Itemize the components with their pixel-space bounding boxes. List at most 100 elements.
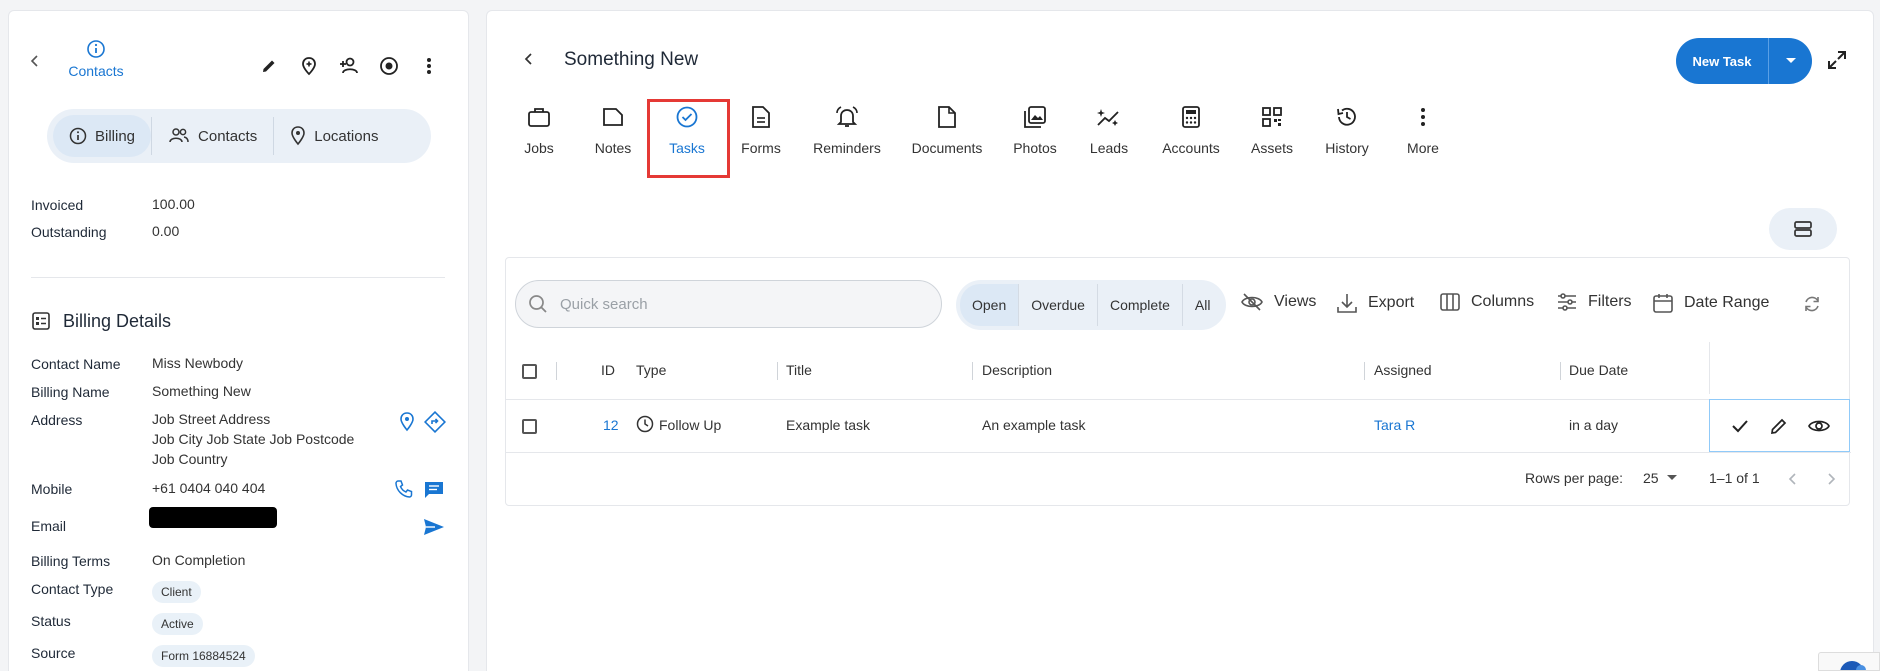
columns-label: Columns [1471,293,1535,310]
tab-highlight-box [647,99,730,178]
filters-button[interactable]: Filters [1556,292,1632,312]
source-chip: Form 16884524 [152,645,255,667]
column-divider [1560,362,1561,380]
search-input[interactable] [560,295,860,313]
rows-per-page-value: 25 [1643,470,1659,486]
mobile-value: +61 0404 040 404 [152,480,266,496]
tab-reminders[interactable]: Reminders [807,102,887,156]
tab-label: Assets [1250,140,1293,156]
contacts-link-label: Contacts [68,63,124,79]
tab-more[interactable]: More [1383,102,1463,156]
tab-billing[interactable]: Billing [53,115,152,157]
row-assigned-link[interactable]: Tara R [1374,417,1415,433]
filter-complete[interactable]: Complete [1098,284,1183,326]
column-header-due-date[interactable]: Due Date [1569,362,1628,378]
recaptcha-badge[interactable] [1818,652,1880,671]
calendar-icon [1652,292,1674,314]
divider [506,452,1851,453]
back-icon[interactable] [27,53,43,69]
edit-icon[interactable] [258,55,280,77]
rows-per-page-select[interactable]: 25 [1643,470,1677,486]
sms-icon[interactable] [423,480,445,500]
tab-history[interactable]: History [1307,102,1387,156]
tab-leads[interactable]: Leads [1069,102,1149,156]
date-range-button[interactable]: Date Range [1652,292,1769,314]
tab-label: Leads [1089,140,1129,156]
contact-name-value: Miss Newbody [152,355,244,371]
merge-icon[interactable] [378,55,400,77]
columns-button[interactable]: Columns [1439,292,1534,312]
views-button[interactable]: Views [1240,292,1316,312]
tab-label: Reminders [813,140,881,156]
back-icon[interactable] [521,51,537,67]
column-header-assigned[interactable]: Assigned [1374,362,1432,378]
note-icon [573,102,653,132]
page-title: Something New [564,49,699,70]
filter-all[interactable]: All [1183,284,1223,326]
export-button[interactable]: Export [1336,292,1414,314]
expand-icon[interactable] [1827,50,1847,70]
status-label: Status [31,613,71,629]
dropdown-arrow-icon[interactable] [1769,57,1812,65]
row-id-link[interactable]: 12 [603,417,619,433]
view-toggle-button[interactable] [1769,208,1837,250]
row-title: Example task [786,417,871,433]
tab-documents[interactable]: Documents [907,102,987,156]
contacts-link[interactable]: Contacts [61,39,131,79]
row-checkbox[interactable] [522,419,537,434]
add-location-icon[interactable] [298,55,320,77]
address-value: Job Street Address Job City Job State Jo… [152,409,354,469]
tab-locations-label: Locations [314,127,379,145]
tab-label: Accounts [1162,140,1220,156]
select-all-checkbox[interactable] [522,364,537,379]
prev-page-icon[interactable] [1787,472,1799,486]
search-box [515,280,942,328]
tab-forms[interactable]: Forms [721,102,801,156]
tab-label: Jobs [524,140,554,156]
directions-icon[interactable] [424,411,446,433]
sparkle-trend-icon [1069,102,1149,132]
tab-label: Photos [1013,140,1057,156]
view-eye-icon[interactable] [1807,417,1830,435]
tab-assets[interactable]: Assets [1232,102,1312,156]
dropdown-arrow-icon [1666,475,1677,481]
column-divider [556,362,557,380]
edit-icon[interactable] [1769,416,1789,436]
column-header-type[interactable]: Type [636,362,666,378]
tab-accounts[interactable]: Accounts [1151,102,1231,156]
add-person-icon[interactable] [338,55,360,77]
column-header-id[interactable]: ID [601,362,615,378]
address-line: Job City Job State Job Postcode [152,431,355,447]
tab-contacts[interactable]: Contacts [152,115,273,157]
column-header-title[interactable]: Title [786,362,812,378]
address-label: Address [31,412,83,428]
new-task-split-button: New Task [1676,38,1812,84]
invoiced-label: Invoiced [31,197,84,213]
tab-jobs[interactable]: Jobs [499,102,579,156]
divider [31,277,445,278]
refresh-icon[interactable] [1802,294,1822,314]
send-icon[interactable] [423,517,445,537]
complete-check-icon[interactable] [1730,416,1750,436]
split-view-icon [1793,220,1813,238]
tab-photos[interactable]: Photos [995,102,1075,156]
outstanding-value: 0.00 [152,223,180,239]
map-pin-icon[interactable] [399,412,415,432]
phone-icon[interactable] [394,479,414,499]
billing-details-title: Billing Details [63,311,172,331]
recaptcha-icon [1837,658,1867,670]
more-vert-icon[interactable] [418,55,440,77]
status-filter-group: Open Overdue Complete All [956,280,1227,330]
photos-icon [995,102,1075,132]
filter-open[interactable]: Open [960,284,1020,326]
column-header-description[interactable]: Description [982,362,1052,378]
history-icon [1307,102,1387,132]
contact-type-chip: Client [152,581,201,603]
next-page-icon[interactable] [1825,472,1837,486]
new-task-button[interactable]: New Task [1676,54,1768,69]
tab-notes[interactable]: Notes [573,102,653,156]
contact-type-label: Contact Type [31,581,114,597]
filter-overdue[interactable]: Overdue [1019,284,1098,326]
eye-off-icon [1240,292,1264,312]
tab-locations[interactable]: Locations [274,115,394,157]
